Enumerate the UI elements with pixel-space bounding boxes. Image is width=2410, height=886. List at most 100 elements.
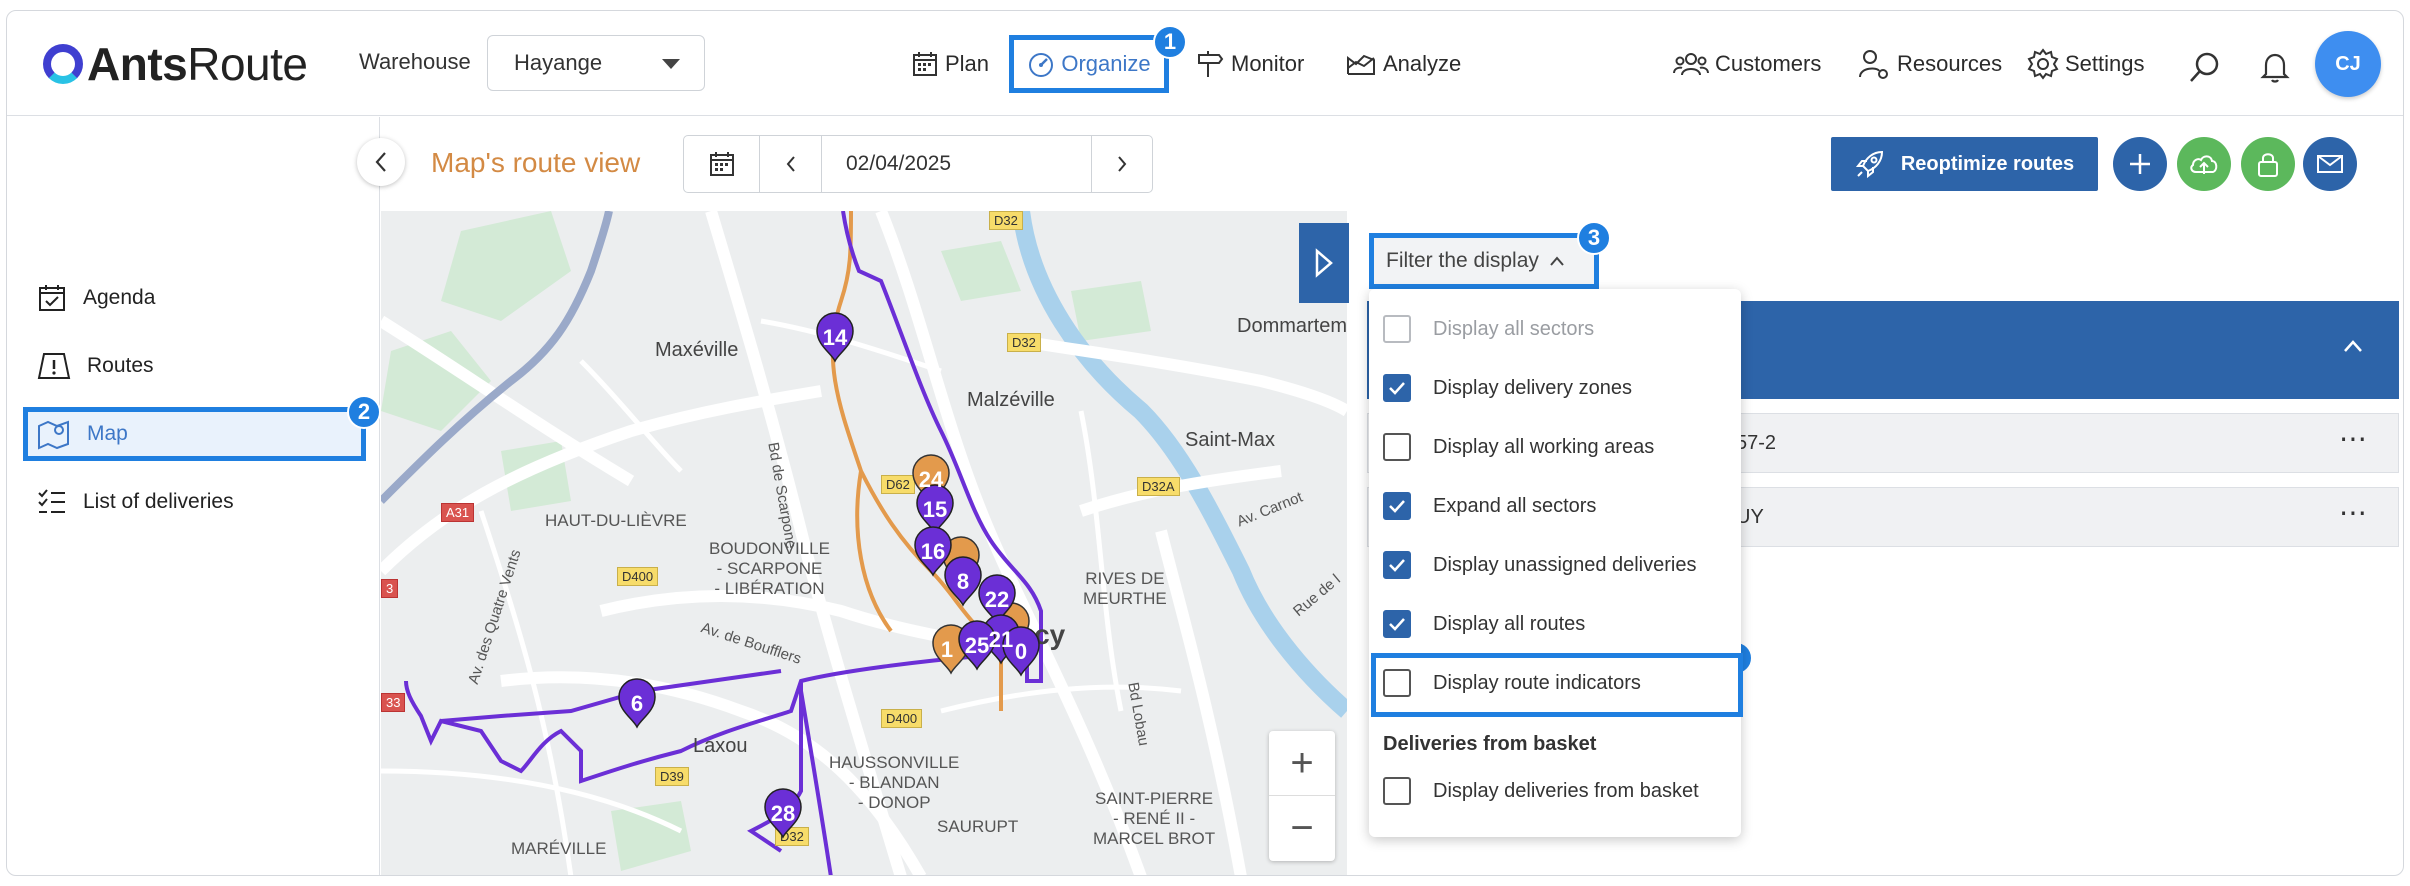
filter-option-route-indicators[interactable]: Display route indicators — [1383, 663, 1641, 703]
checkbox[interactable] — [1383, 433, 1411, 461]
check-icon — [1389, 382, 1405, 395]
add-button[interactable] — [2113, 137, 2167, 191]
zoom-control: + − — [1269, 731, 1335, 861]
nav-settings[interactable]: Settings — [2027, 39, 2145, 89]
chevron-left-icon — [375, 152, 386, 172]
checklist-icon — [38, 489, 65, 513]
step-badge-1: 1 — [1153, 25, 1187, 59]
nav-analyze[interactable]: Analyze — [1345, 39, 1461, 89]
collapse-sidebar-button[interactable] — [357, 138, 405, 186]
filter-option-label: Display all working areas — [1433, 435, 1655, 458]
email-button[interactable] — [2303, 137, 2357, 191]
app-window: AntsRoute Warehouse Hayange Plan Organiz… — [6, 10, 2404, 876]
basket-section-title: Deliveries from basket — [1383, 733, 1597, 755]
sidebar-item-routes[interactable]: Routes — [23, 339, 366, 393]
filter-option-basket[interactable]: Display deliveries from basket — [1383, 771, 1699, 811]
sidebar-item-agenda[interactable]: Agenda — [23, 271, 366, 325]
calendar-check-icon — [39, 285, 65, 311]
map-pin-icon — [38, 420, 69, 450]
nav-resources[interactable]: Resources — [1857, 39, 2002, 89]
upload-button[interactable] — [2177, 137, 2231, 191]
route-map[interactable]: Maxéville Malzéville Dommartem Saint-Max… — [381, 211, 1347, 875]
marker-label: 22 — [985, 587, 1009, 612]
sidebar-item-label: Agenda — [83, 286, 156, 309]
filter-option-label: Display all routes — [1433, 612, 1586, 635]
filter-option-all-sectors[interactable]: Display all sectors — [1383, 309, 1594, 349]
reoptimize-label: Reoptimize routes — [1900, 152, 2075, 175]
sidebar-item-deliveries[interactable]: List of deliveries — [23, 475, 366, 529]
filter-option-delivery-zones[interactable]: Display delivery zones — [1383, 368, 1632, 408]
avatar[interactable]: CJ — [2315, 31, 2381, 97]
calendar-icon — [709, 152, 734, 176]
marker-label: 15 — [923, 497, 947, 522]
filter-option-label: Expand all sectors — [1433, 494, 1597, 517]
nav-organize[interactable]: Organize — [1009, 35, 1169, 93]
notifications-button[interactable] — [2255, 47, 2295, 87]
check-icon — [1389, 618, 1405, 631]
checkbox-checked[interactable] — [1383, 374, 1411, 402]
checkbox[interactable] — [1383, 777, 1411, 805]
nav-resources-label: Resources — [1897, 51, 2003, 76]
caret-down-icon — [662, 59, 680, 69]
chart-icon — [1347, 54, 1375, 75]
sidebar-item-label: List of deliveries — [83, 490, 234, 513]
more-options-icon[interactable]: ⋯ — [2339, 496, 2368, 529]
signpost-icon — [1198, 51, 1224, 77]
checkbox[interactable] — [1383, 669, 1411, 697]
zoom-in-button[interactable]: + — [1269, 731, 1335, 796]
checkbox[interactable] — [1383, 315, 1411, 343]
play-right-icon — [1315, 248, 1333, 278]
nav-settings-label: Settings — [2065, 51, 2145, 76]
lock-icon — [2258, 153, 2278, 177]
step-badge-2: 2 — [347, 395, 381, 429]
top-bar: AntsRoute Warehouse Hayange Plan Organiz… — [7, 11, 2403, 116]
search-button[interactable] — [2185, 47, 2225, 87]
marker-label: 28 — [771, 801, 795, 826]
check-icon — [1389, 559, 1405, 572]
chevron-right-icon — [1118, 156, 1127, 172]
filter-option-expand-sectors[interactable]: Expand all sectors — [1383, 486, 1596, 526]
more-options-icon[interactable]: ⋯ — [2339, 422, 2368, 455]
date-navigator: 02/04/2025 — [683, 135, 1153, 193]
logo[interactable]: AntsRoute — [43, 37, 308, 91]
sidebar-item-map[interactable]: Map — [23, 407, 366, 461]
warehouse-label: Warehouse — [359, 49, 471, 74]
calendar-icon — [913, 52, 937, 76]
marker-label: 25 — [965, 633, 989, 658]
zoom-out-button[interactable]: − — [1269, 796, 1335, 861]
sidebar-item-label: Map — [87, 422, 128, 445]
nav-monitor[interactable]: Monitor — [1195, 39, 1304, 89]
nav-plan[interactable]: Plan — [911, 39, 989, 89]
checkbox-checked[interactable] — [1383, 610, 1411, 638]
checkbox-checked[interactable] — [1383, 551, 1411, 579]
calendar-picker-button[interactable] — [684, 136, 760, 192]
filter-option-all-routes[interactable]: Display all routes — [1383, 604, 1585, 644]
plus-icon — [2130, 154, 2150, 174]
logo-text-bold: Ants — [87, 38, 188, 90]
filter-display-label: Filter the display — [1386, 249, 1539, 272]
step-badge-3: 3 — [1577, 221, 1611, 255]
check-icon — [1389, 500, 1405, 513]
search-icon — [2190, 52, 2219, 82]
filter-option-label: Display delivery zones — [1433, 376, 1632, 399]
mail-icon — [2317, 155, 2343, 173]
nav-monitor-label: Monitor — [1231, 51, 1305, 76]
sidebar: Agenda Routes Map 2 List of deliveries — [7, 117, 381, 875]
logo-icon — [43, 44, 83, 84]
checkbox-checked[interactable] — [1383, 492, 1411, 520]
panel-toggle-button[interactable] — [1299, 223, 1349, 303]
nav-customers-label: Customers — [1715, 51, 1822, 76]
lock-button[interactable] — [2241, 137, 2295, 191]
sidebar-item-label: Routes — [87, 354, 154, 377]
next-date-button[interactable] — [1092, 136, 1152, 192]
users-icon — [1673, 53, 1709, 76]
filter-display-button[interactable]: Filter the display — [1369, 233, 1599, 289]
prev-date-button[interactable] — [760, 136, 822, 192]
filter-option-unassigned[interactable]: Display unassigned deliveries — [1383, 545, 1696, 585]
filter-option-label: Display all sectors — [1433, 317, 1595, 340]
warehouse-select[interactable]: Hayange — [487, 35, 705, 91]
filter-option-working-areas[interactable]: Display all working areas — [1383, 427, 1654, 467]
nav-customers[interactable]: Customers — [1673, 39, 1821, 89]
date-field[interactable]: 02/04/2025 — [822, 136, 1092, 192]
reoptimize-routes-button[interactable]: Reoptimize routes — [1831, 137, 2098, 191]
